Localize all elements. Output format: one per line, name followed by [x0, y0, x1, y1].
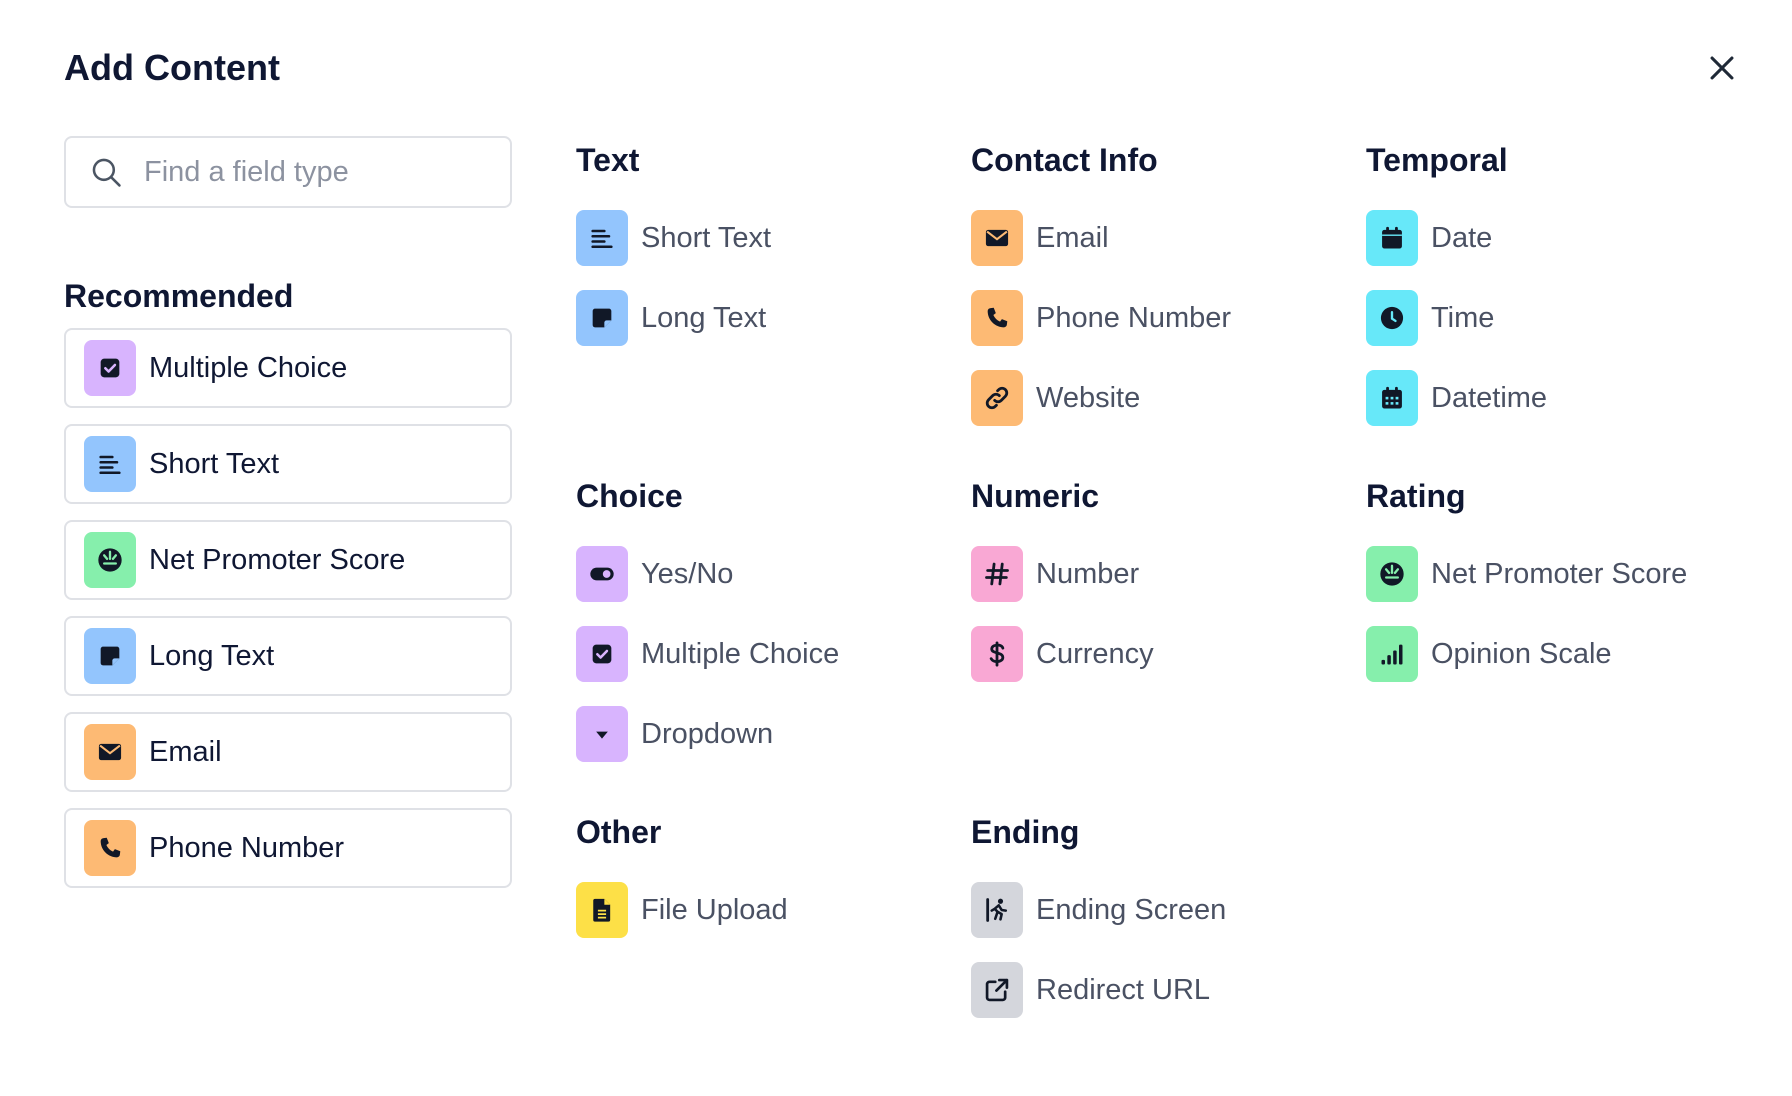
hash-icon	[971, 546, 1023, 602]
dollar-icon	[971, 626, 1023, 682]
link-icon	[971, 370, 1023, 426]
field-type-label: Date	[1431, 221, 1493, 254]
recommended-item-short-text[interactable]: Short Text	[64, 424, 512, 504]
recommended-item-label: Phone Number	[149, 831, 345, 864]
field-type-label: Redirect URL	[1036, 973, 1211, 1006]
field-type-label: Net Promoter Score	[1431, 557, 1688, 590]
field-type-website[interactable]: Website	[971, 370, 1231, 426]
search-field[interactable]	[64, 136, 512, 208]
recommended-list: Multiple Choice Short Text Net Promoter …	[64, 328, 512, 904]
calendar-grid-icon	[1366, 370, 1418, 426]
group-choice: Choice Yes/No Multiple Choice Dropdown	[576, 476, 839, 786]
field-type-label: Time	[1431, 301, 1495, 334]
field-type-label: Ending Screen	[1036, 893, 1227, 926]
add-content-modal: Add Content Recommended Multiple Choice …	[0, 0, 1792, 1096]
caret-down-icon	[576, 706, 628, 762]
runner-exit-icon	[971, 882, 1023, 938]
recommended-item-label: Net Promoter Score	[149, 543, 406, 576]
group-title: Text	[576, 142, 640, 178]
envelope-icon	[971, 210, 1023, 266]
group-title: Contact Info	[971, 142, 1158, 178]
checkbox-icon	[576, 626, 628, 682]
recommended-item-long-text[interactable]: Long Text	[64, 616, 512, 696]
field-type-label: Currency	[1036, 637, 1154, 670]
group-title: Choice	[576, 478, 683, 514]
group-rating: Rating Net Promoter Score Opinion Scale	[1366, 476, 1687, 706]
field-type-label: Number	[1036, 557, 1140, 590]
field-type-label: Multiple Choice	[641, 637, 840, 670]
field-type-short-text[interactable]: Short Text	[576, 210, 771, 266]
checkbox-icon	[84, 340, 136, 396]
field-type-file-upload[interactable]: File Upload	[576, 882, 788, 938]
field-type-yes-no[interactable]: Yes/No	[576, 546, 839, 602]
gauge-icon	[84, 532, 136, 588]
field-type-dropdown[interactable]: Dropdown	[576, 706, 839, 762]
field-type-label: Email	[1036, 221, 1109, 254]
recommended-item-phone-number[interactable]: Phone Number	[64, 808, 512, 888]
note-icon	[576, 290, 628, 346]
field-type-label: Long Text	[641, 301, 767, 334]
group-temporal: Temporal Date Time Datetime	[1366, 140, 1547, 450]
recommended-item-label: Multiple Choice	[149, 351, 348, 384]
recommended-item-label: Short Text	[149, 447, 280, 480]
short-text-icon	[576, 210, 628, 266]
group-contact-info: Contact Info Email Phone Number Website	[971, 140, 1231, 450]
field-type-number[interactable]: Number	[971, 546, 1154, 602]
recommended-item-email[interactable]: Email	[64, 712, 512, 792]
field-type-phone-number[interactable]: Phone Number	[971, 290, 1231, 346]
group-ending: Ending Ending Screen Redirect URL	[971, 812, 1226, 1042]
toggle-icon	[576, 546, 628, 602]
group-title: Temporal	[1366, 142, 1508, 178]
recommended-item-label: Email	[149, 735, 222, 768]
field-type-label: Yes/No	[641, 557, 734, 590]
phone-icon	[84, 820, 136, 876]
group-title: Numeric	[971, 478, 1100, 514]
field-type-redirect-url[interactable]: Redirect URL	[971, 962, 1226, 1018]
field-type-long-text[interactable]: Long Text	[576, 290, 771, 346]
field-type-email[interactable]: Email	[971, 210, 1231, 266]
field-type-label: Website	[1036, 381, 1141, 414]
search-icon	[88, 154, 124, 190]
group-text: Text Short Text Long Text	[576, 140, 771, 370]
field-type-time[interactable]: Time	[1366, 290, 1547, 346]
field-type-label: Phone Number	[1036, 301, 1232, 334]
bars-icon	[1366, 626, 1418, 682]
recommended-item-net-promoter-score[interactable]: Net Promoter Score	[64, 520, 512, 600]
file-icon	[576, 882, 628, 938]
field-type-net-promoter-score[interactable]: Net Promoter Score	[1366, 546, 1687, 602]
external-link-icon	[971, 962, 1023, 1018]
group-numeric: Numeric Number Currency	[971, 476, 1154, 706]
field-type-multiple-choice[interactable]: Multiple Choice	[576, 626, 839, 682]
field-type-label: Short Text	[641, 221, 772, 254]
close-button[interactable]	[1700, 46, 1744, 90]
note-icon	[84, 628, 136, 684]
calendar-icon	[1366, 210, 1418, 266]
short-text-icon	[84, 436, 136, 492]
group-title: Other	[576, 814, 662, 850]
search-input[interactable]	[144, 155, 484, 189]
envelope-icon	[84, 724, 136, 780]
gauge-icon	[1366, 546, 1418, 602]
close-icon	[1710, 56, 1734, 80]
field-type-date[interactable]: Date	[1366, 210, 1547, 266]
field-type-label: Datetime	[1431, 381, 1548, 414]
clock-icon	[1366, 290, 1418, 346]
group-title: Rating	[1366, 478, 1466, 514]
group-other: Other File Upload	[576, 812, 788, 962]
recommended-heading: Recommended	[64, 278, 294, 314]
field-type-datetime[interactable]: Datetime	[1366, 370, 1547, 426]
recommended-item-label: Long Text	[149, 639, 275, 672]
field-type-ending-screen[interactable]: Ending Screen	[971, 882, 1226, 938]
field-type-opinion-scale[interactable]: Opinion Scale	[1366, 626, 1687, 682]
group-title: Ending	[971, 814, 1080, 850]
field-type-label: Dropdown	[641, 717, 774, 750]
modal-title: Add Content	[64, 47, 280, 88]
field-type-label: Opinion Scale	[1431, 637, 1612, 670]
field-type-label: File Upload	[641, 893, 788, 926]
recommended-item-multiple-choice[interactable]: Multiple Choice	[64, 328, 512, 408]
field-type-currency[interactable]: Currency	[971, 626, 1154, 682]
phone-icon	[971, 290, 1023, 346]
